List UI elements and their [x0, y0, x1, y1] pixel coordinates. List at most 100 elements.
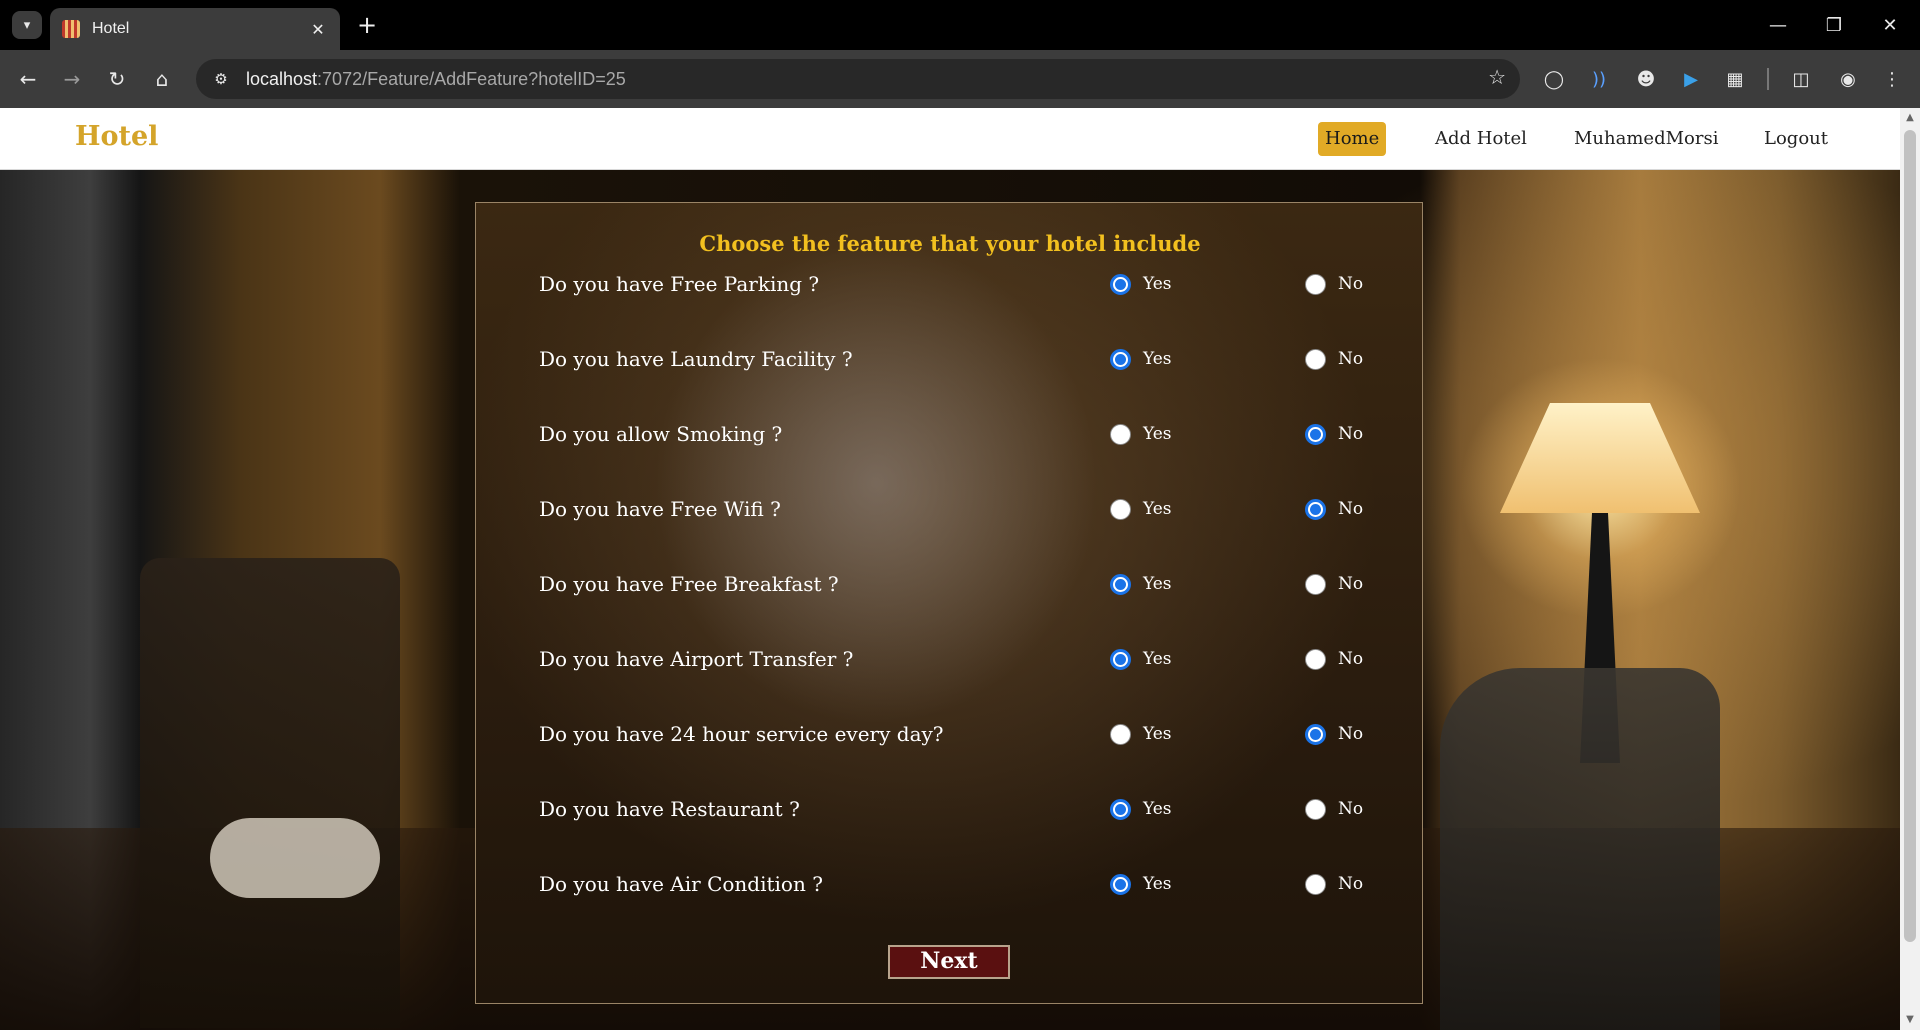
- forward-arrow-icon: →: [63, 67, 81, 91]
- home-button[interactable]: ⌂: [146, 63, 178, 95]
- puzzle-icon[interactable]: ▦: [1721, 65, 1749, 93]
- hotel-favicon-icon: [62, 20, 80, 38]
- yes-label: Yes: [1143, 724, 1172, 744]
- yes-radio[interactable]: [1110, 648, 1131, 670]
- option-no[interactable]: No: [1305, 647, 1363, 671]
- option-yes[interactable]: Yes: [1110, 272, 1172, 296]
- browser-tabstrip: ▾ Hotel ✕ + — ❐ ✕: [0, 0, 1920, 50]
- url-path: :7072/Feature/AddFeature?hotelID=25: [317, 68, 626, 89]
- back-arrow-icon: ←: [19, 67, 37, 91]
- no-radio[interactable]: [1305, 648, 1326, 670]
- option-no[interactable]: No: [1305, 797, 1363, 821]
- home-icon: ⌂: [155, 67, 169, 91]
- forward-button[interactable]: →: [56, 63, 88, 95]
- no-radio[interactable]: [1305, 798, 1326, 820]
- no-radio[interactable]: [1305, 273, 1326, 295]
- yes-radio[interactable]: [1110, 723, 1131, 745]
- yes-label: Yes: [1143, 799, 1172, 819]
- yes-label: Yes: [1143, 424, 1172, 444]
- scrollbar-thumb[interactable]: [1904, 130, 1916, 942]
- signal-extension-icon[interactable]: )): [1585, 65, 1613, 93]
- close-window-button[interactable]: ✕: [1870, 10, 1910, 40]
- yes-radio[interactable]: [1110, 498, 1131, 520]
- no-label: No: [1338, 649, 1364, 669]
- option-yes[interactable]: Yes: [1110, 722, 1172, 746]
- chevron-down-icon: ▾: [23, 17, 31, 33]
- star-icon[interactable]: ☆: [1488, 65, 1506, 89]
- option-no[interactable]: No: [1305, 422, 1363, 446]
- site-navbar: Hotel Home Add Hotel MuhamedMorsi Logout: [0, 108, 1900, 170]
- toolbar-divider: [1767, 68, 1769, 90]
- option-yes[interactable]: Yes: [1110, 347, 1172, 371]
- question-row: Do you allow Smoking ? Yes No: [476, 414, 1424, 454]
- option-yes[interactable]: Yes: [1110, 797, 1172, 821]
- side-panel-icon[interactable]: ◫: [1787, 65, 1815, 93]
- background-cushion: [210, 818, 380, 898]
- nav-add-hotel[interactable]: Add Hotel: [1428, 122, 1534, 156]
- restore-icon: ❐: [1825, 14, 1843, 36]
- nav-logout[interactable]: Logout: [1757, 122, 1835, 156]
- feature-form: Choose the feature that your hotel inclu…: [475, 202, 1423, 1004]
- back-button[interactable]: ←: [12, 63, 44, 95]
- no-radio[interactable]: [1305, 723, 1326, 745]
- reload-button[interactable]: ↻: [101, 63, 133, 95]
- no-radio[interactable]: [1305, 498, 1326, 520]
- share-extension-icon[interactable]: ▶: [1677, 65, 1705, 93]
- question-row: Do you have Free Breakfast ? Yes No: [476, 564, 1424, 604]
- option-no[interactable]: No: [1305, 872, 1363, 896]
- yes-radio[interactable]: [1110, 423, 1131, 445]
- no-radio[interactable]: [1305, 873, 1326, 895]
- site-info-icon[interactable]: ⚙: [204, 64, 238, 94]
- close-icon[interactable]: ✕: [308, 20, 328, 39]
- next-button[interactable]: Next: [888, 945, 1010, 979]
- yes-label: Yes: [1143, 574, 1172, 594]
- nav-user[interactable]: MuhamedMorsi: [1567, 122, 1725, 156]
- no-label: No: [1338, 499, 1364, 519]
- no-radio[interactable]: [1305, 573, 1326, 595]
- option-no[interactable]: No: [1305, 347, 1363, 371]
- option-yes[interactable]: Yes: [1110, 422, 1172, 446]
- yes-radio[interactable]: [1110, 273, 1131, 295]
- address-bar[interactable]: ⚙ localhost:7072/Feature/AddFeature?hote…: [196, 59, 1520, 99]
- question-row: Do you have Free Wifi ? Yes No: [476, 489, 1424, 529]
- yes-label: Yes: [1143, 349, 1172, 369]
- url-host: localhost: [246, 68, 318, 89]
- face-extension-icon[interactable]: ☻: [1632, 65, 1660, 93]
- browser-toolbar: ← → ↻ ⌂ ⚙ localhost:7072/Feature/AddFeat…: [0, 50, 1920, 108]
- option-no[interactable]: No: [1305, 497, 1363, 521]
- kebab-menu-icon[interactable]: ⋮: [1878, 65, 1906, 93]
- new-tab-button[interactable]: +: [352, 10, 382, 40]
- option-no[interactable]: No: [1305, 572, 1363, 596]
- avatar[interactable]: ◉: [1834, 65, 1862, 93]
- no-radio[interactable]: [1305, 348, 1326, 370]
- no-label: No: [1338, 874, 1364, 894]
- background-lamp-shade: [1500, 403, 1700, 513]
- tab-search-button[interactable]: ▾: [12, 11, 42, 39]
- no-label: No: [1338, 274, 1364, 294]
- yes-radio[interactable]: [1110, 873, 1131, 895]
- option-yes[interactable]: Yes: [1110, 872, 1172, 896]
- globe-extension-icon[interactable]: ◯: [1540, 65, 1568, 93]
- yes-radio[interactable]: [1110, 573, 1131, 595]
- no-label: No: [1338, 799, 1364, 819]
- option-yes[interactable]: Yes: [1110, 497, 1172, 521]
- option-no[interactable]: No: [1305, 272, 1363, 296]
- brand-logo[interactable]: Hotel: [75, 121, 158, 152]
- minimize-window-button[interactable]: —: [1758, 10, 1798, 40]
- yes-radio[interactable]: [1110, 798, 1131, 820]
- nav-home[interactable]: Home: [1318, 122, 1387, 156]
- option-no[interactable]: No: [1305, 722, 1363, 746]
- yes-label: Yes: [1143, 649, 1172, 669]
- url-text[interactable]: localhost:7072/Feature/AddFeature?hotelI…: [246, 69, 626, 90]
- scroll-up-arrow-icon[interactable]: ▲: [1900, 108, 1920, 128]
- page-scrollbar[interactable]: ▲ ▼: [1900, 108, 1920, 1030]
- no-radio[interactable]: [1305, 423, 1326, 445]
- yes-radio[interactable]: [1110, 348, 1131, 370]
- no-label: No: [1338, 424, 1364, 444]
- restore-window-button[interactable]: ❐: [1814, 10, 1854, 40]
- question-text: Do you have Air Condition ?: [539, 872, 823, 896]
- option-yes[interactable]: Yes: [1110, 647, 1172, 671]
- browser-tab[interactable]: Hotel ✕: [50, 8, 340, 50]
- scroll-down-arrow-icon[interactable]: ▼: [1900, 1010, 1920, 1030]
- option-yes[interactable]: Yes: [1110, 572, 1172, 596]
